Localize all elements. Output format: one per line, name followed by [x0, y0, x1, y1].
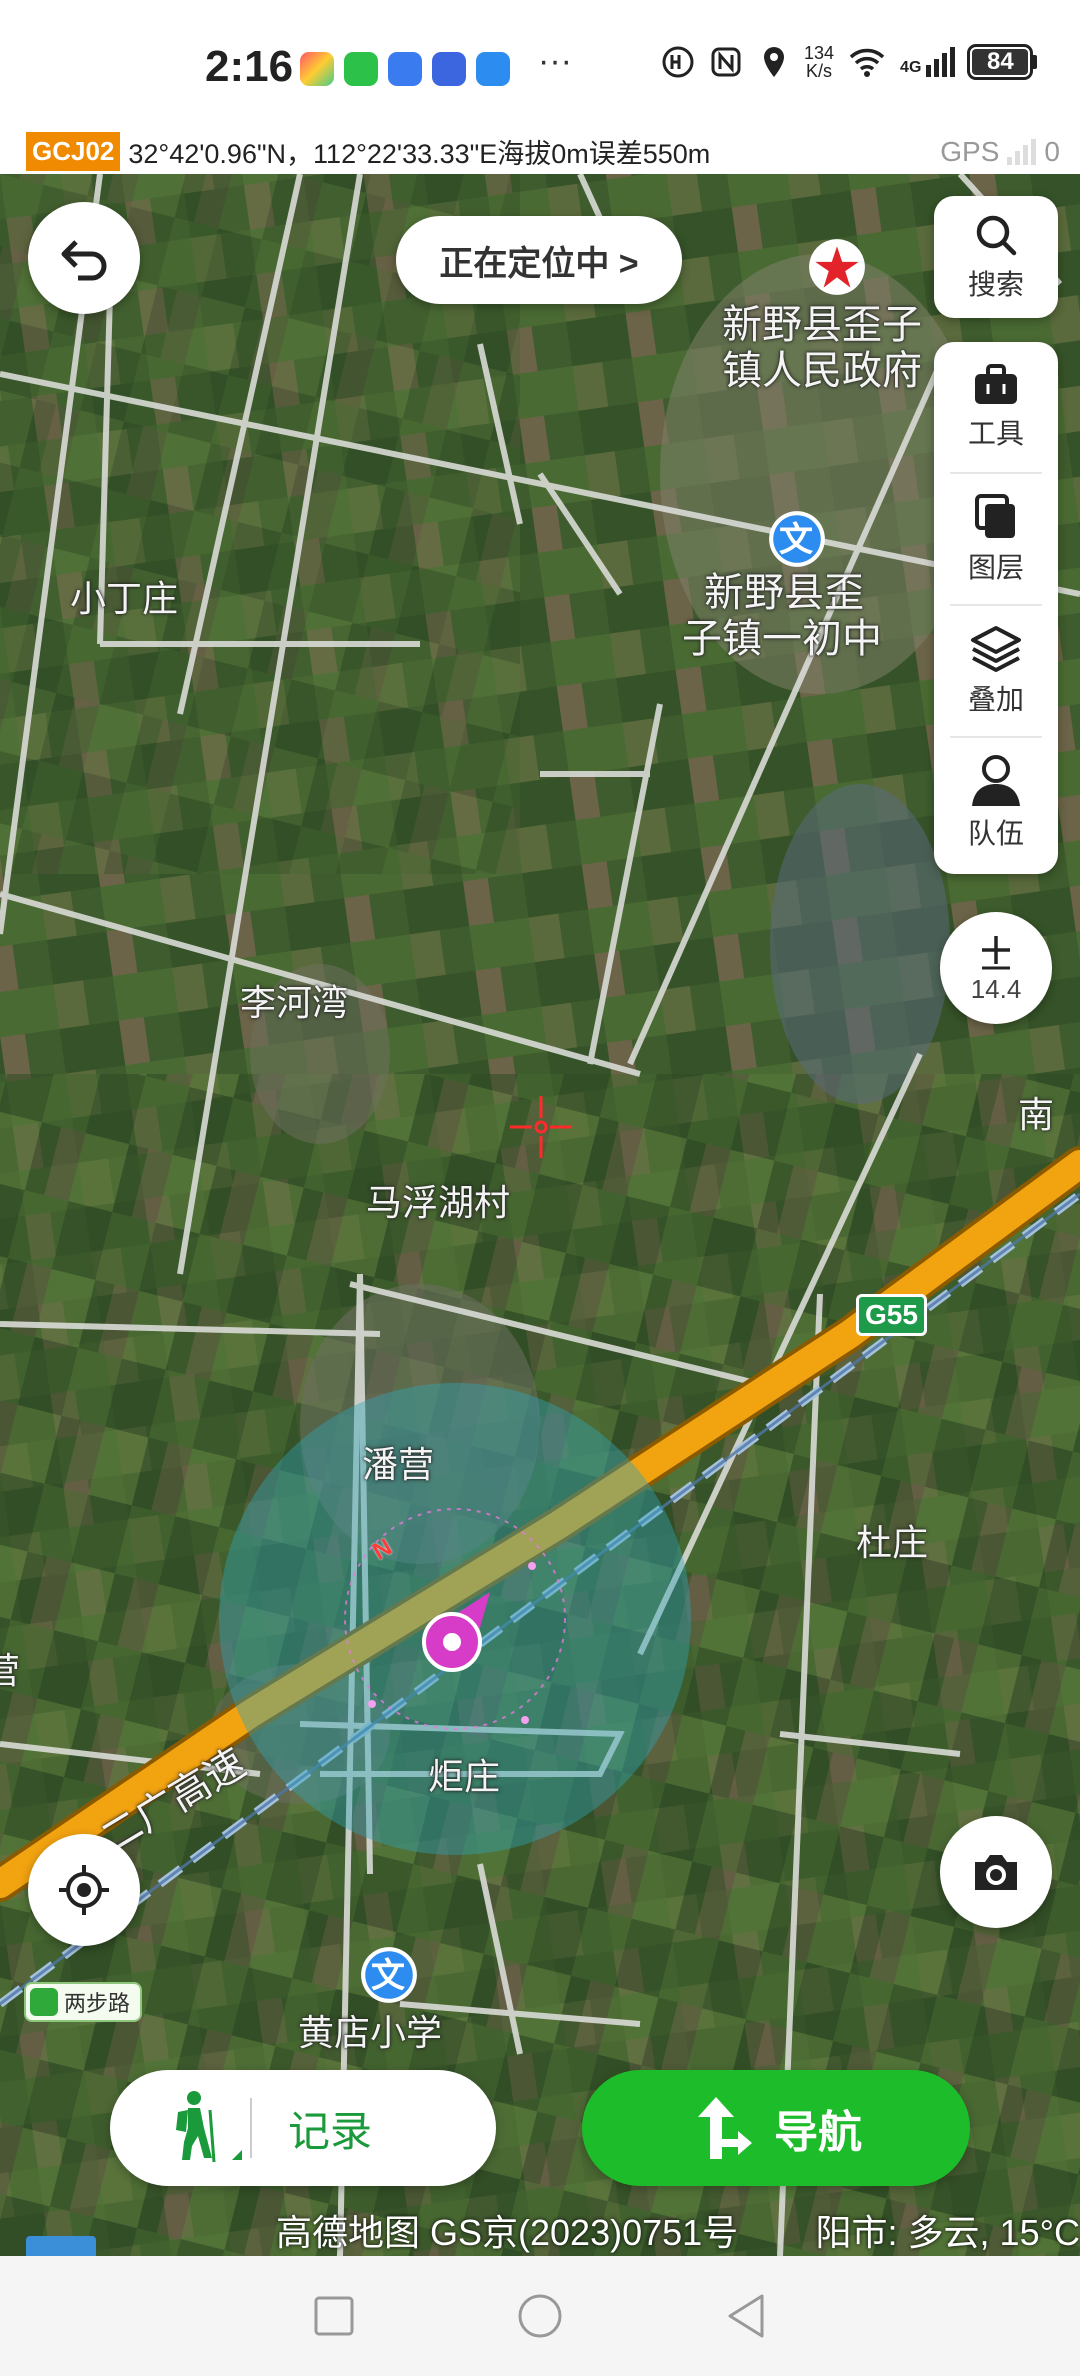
crosshair-locate-icon: [59, 1865, 109, 1915]
map-label-government-line2: 镇人民政府: [722, 349, 922, 393]
navigate-button[interactable]: 导航: [582, 2070, 970, 2186]
record-button[interactable]: 记录: [110, 2070, 496, 2186]
map-label-school-1-line1: 新野县歪: [704, 571, 864, 615]
map-label-school-1[interactable]: 新野县歪 子镇一初中: [682, 570, 882, 662]
g55-road-shield: G55: [856, 1294, 927, 1336]
overlay-label: 叠加: [967, 684, 1024, 715]
zoom-level: 14.4: [970, 973, 1022, 1004]
weather-info: 阳市: 多云, 15°C: [815, 2212, 1080, 2253]
crosshair-icon: [510, 1096, 572, 1158]
map-copyright: 高德地图 GS京(2023)0751号: [276, 2212, 739, 2253]
toolbox-icon: [975, 364, 1017, 404]
nfc-icon: [711, 47, 741, 77]
team-button[interactable]: 队伍: [934, 738, 1058, 868]
map-label-nan[interactable]: 南: [1018, 1086, 1054, 1138]
camera-button[interactable]: [940, 1816, 1052, 1928]
net-speed-unit: K/s: [806, 61, 833, 81]
overlay-button[interactable]: 叠加: [934, 606, 1058, 736]
status-time: 2:16: [205, 42, 294, 91]
plus-icon: [982, 935, 1010, 969]
app-notification-icon: [388, 52, 422, 86]
map-label-huangdian-school[interactable]: 黄店小学: [298, 2004, 442, 2056]
search-label: 搜索: [967, 269, 1024, 300]
gps-status: GPS 0: [940, 136, 1060, 168]
notification-icons: [300, 52, 510, 86]
more-notifications-icon: ···: [538, 42, 572, 80]
person-icon: [972, 755, 1020, 806]
search-button[interactable]: 搜索: [934, 196, 1058, 318]
navigation-arrow-icon: [698, 2097, 752, 2159]
network-speed: 134 K/s: [804, 44, 834, 80]
status-bar: 2:16 ··· 134 K/s 4G 84: [0, 0, 1080, 128]
wifi-icon: [849, 48, 885, 77]
liangbulu-logo-icon: [30, 1988, 58, 2016]
satellite-imagery: [0, 174, 1080, 2256]
gps-signal-icon: [1007, 139, 1037, 165]
map-label-juzhuang[interactable]: 炬庄: [428, 1748, 500, 1800]
tools-label: 工具: [967, 418, 1024, 449]
tools-panel: 工具 图层 叠加 队伍: [934, 342, 1058, 874]
back-triangle-icon[interactable]: [724, 2292, 768, 2340]
current-location-icon: [422, 1592, 490, 1672]
coordinate-bar: GCJ02 32°42'0.96"N，112°22'33.33"E海拔0m误差5…: [0, 128, 1080, 174]
battery-level: 84: [972, 48, 1029, 75]
tools-button[interactable]: 工具: [934, 342, 1058, 472]
map-label-mahuhucun[interactable]: 马浮湖村: [366, 1174, 510, 1226]
wechat-icon: [344, 52, 378, 86]
map-label-school-1-line2: 子镇一初中: [682, 617, 882, 661]
network-type: 4G: [900, 59, 922, 76]
government-star-icon[interactable]: [806, 236, 868, 298]
coordinate-readout: 32°42'0.96"N，112°22'33.33"E海拔0m误差550m: [128, 138, 711, 169]
map-label-government[interactable]: 新野县歪子 镇人民政府: [722, 302, 922, 394]
camera-icon: [975, 1855, 1017, 1890]
map-label-xiaodingzhuang[interactable]: 小丁庄: [70, 570, 178, 622]
recents-square-icon[interactable]: [312, 2294, 356, 2338]
zoom-in-button[interactable]: 14.4: [940, 912, 1052, 1024]
team-label: 队伍: [967, 818, 1024, 849]
search-panel[interactable]: 搜索: [934, 196, 1058, 318]
school-icon-glyph: 文: [779, 521, 813, 559]
message-icon: [476, 52, 510, 86]
my-location-button[interactable]: [28, 1834, 140, 1946]
amap-logo-icon: [26, 2236, 96, 2256]
hd-icon: [662, 46, 694, 78]
search-icon: [976, 215, 1017, 256]
locating-status-button[interactable]: 正在定位中 >: [396, 216, 682, 304]
location-pin-icon: [764, 47, 784, 77]
hiker-icon: [176, 2091, 242, 2163]
map-label-duzhuang[interactable]: 杜庄: [856, 1514, 928, 1566]
app-notification-icon: [432, 52, 466, 86]
layers-icon: [975, 494, 1015, 538]
layers-button[interactable]: 图层: [934, 474, 1058, 604]
navigate-label: 导航: [774, 2108, 862, 2157]
stack-icon: [971, 626, 1021, 672]
home-circle-icon[interactable]: [516, 2292, 564, 2340]
net-speed-value: 134: [804, 43, 835, 63]
undo-arrow-icon: [61, 240, 107, 281]
record-label: 记录: [288, 2107, 373, 2155]
gps-label: GPS: [940, 136, 1000, 167]
brand-badge-label: 两步路: [64, 1991, 131, 2016]
cellular-signal-icon: 4G: [900, 47, 956, 77]
gps-satellite-count: 0: [1044, 136, 1060, 167]
crs-tag: GCJ02: [26, 131, 121, 171]
system-navigation-bar: [0, 2256, 1080, 2376]
app-notification-icon: [300, 52, 334, 86]
back-button[interactable]: [28, 202, 140, 314]
map-view[interactable]: 新野县歪子 镇人民政府 文 新野县歪 子镇一初中 小丁庄 李河湾 马浮湖村 潘营…: [0, 174, 1080, 2256]
brand-badge: 两步路: [24, 1982, 143, 2022]
map-label-government-line1: 新野县歪子: [722, 303, 922, 347]
school-icon-glyph: 文: [371, 1957, 405, 1995]
layers-label: 图层: [967, 552, 1024, 583]
map-label-panying[interactable]: 潘营: [362, 1436, 434, 1488]
map-label-edge[interactable]: 营: [0, 1642, 20, 1694]
battery-icon: 84: [967, 44, 1038, 80]
map-label-liheiwan[interactable]: 李河湾: [240, 974, 348, 1026]
